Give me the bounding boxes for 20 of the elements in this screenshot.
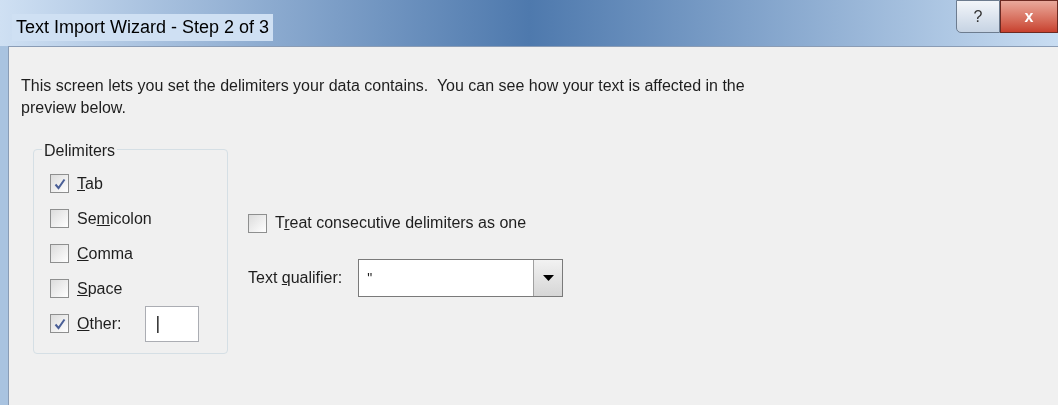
help-button[interactable]: ?	[956, 0, 1000, 33]
checkmark-icon	[53, 317, 66, 330]
checkbox-label: Comma	[77, 243, 133, 264]
checkbox-label: Space	[77, 278, 123, 299]
checkbox[interactable]	[50, 174, 69, 193]
other-input-field[interactable]: |	[145, 305, 200, 342]
checkbox[interactable]	[248, 213, 267, 233]
checkbox[interactable]	[50, 209, 69, 228]
checkbox[interactable]	[50, 244, 69, 263]
qualifier-dropdown[interactable]: "	[358, 259, 564, 297]
instructions-text: This screen lets you set the delimiters your data contains. You can see how your text is affected in the preview below.	[21, 76, 746, 118]
checkbox[interactable]	[50, 279, 69, 298]
checkbox-label: Other:	[77, 313, 122, 334]
checkbox-label: Semicolon	[77, 208, 152, 229]
checkmark-icon	[53, 177, 66, 190]
window-title: Text Import Wizard - Step 2 of 3	[12, 13, 274, 41]
qualifier-label: Text qualifier:	[248, 268, 343, 288]
checkbox[interactable]	[50, 314, 69, 333]
checkbox-label: Tab	[77, 173, 103, 194]
checkbox-label: Treat consecutive delimiters as one	[275, 213, 527, 233]
